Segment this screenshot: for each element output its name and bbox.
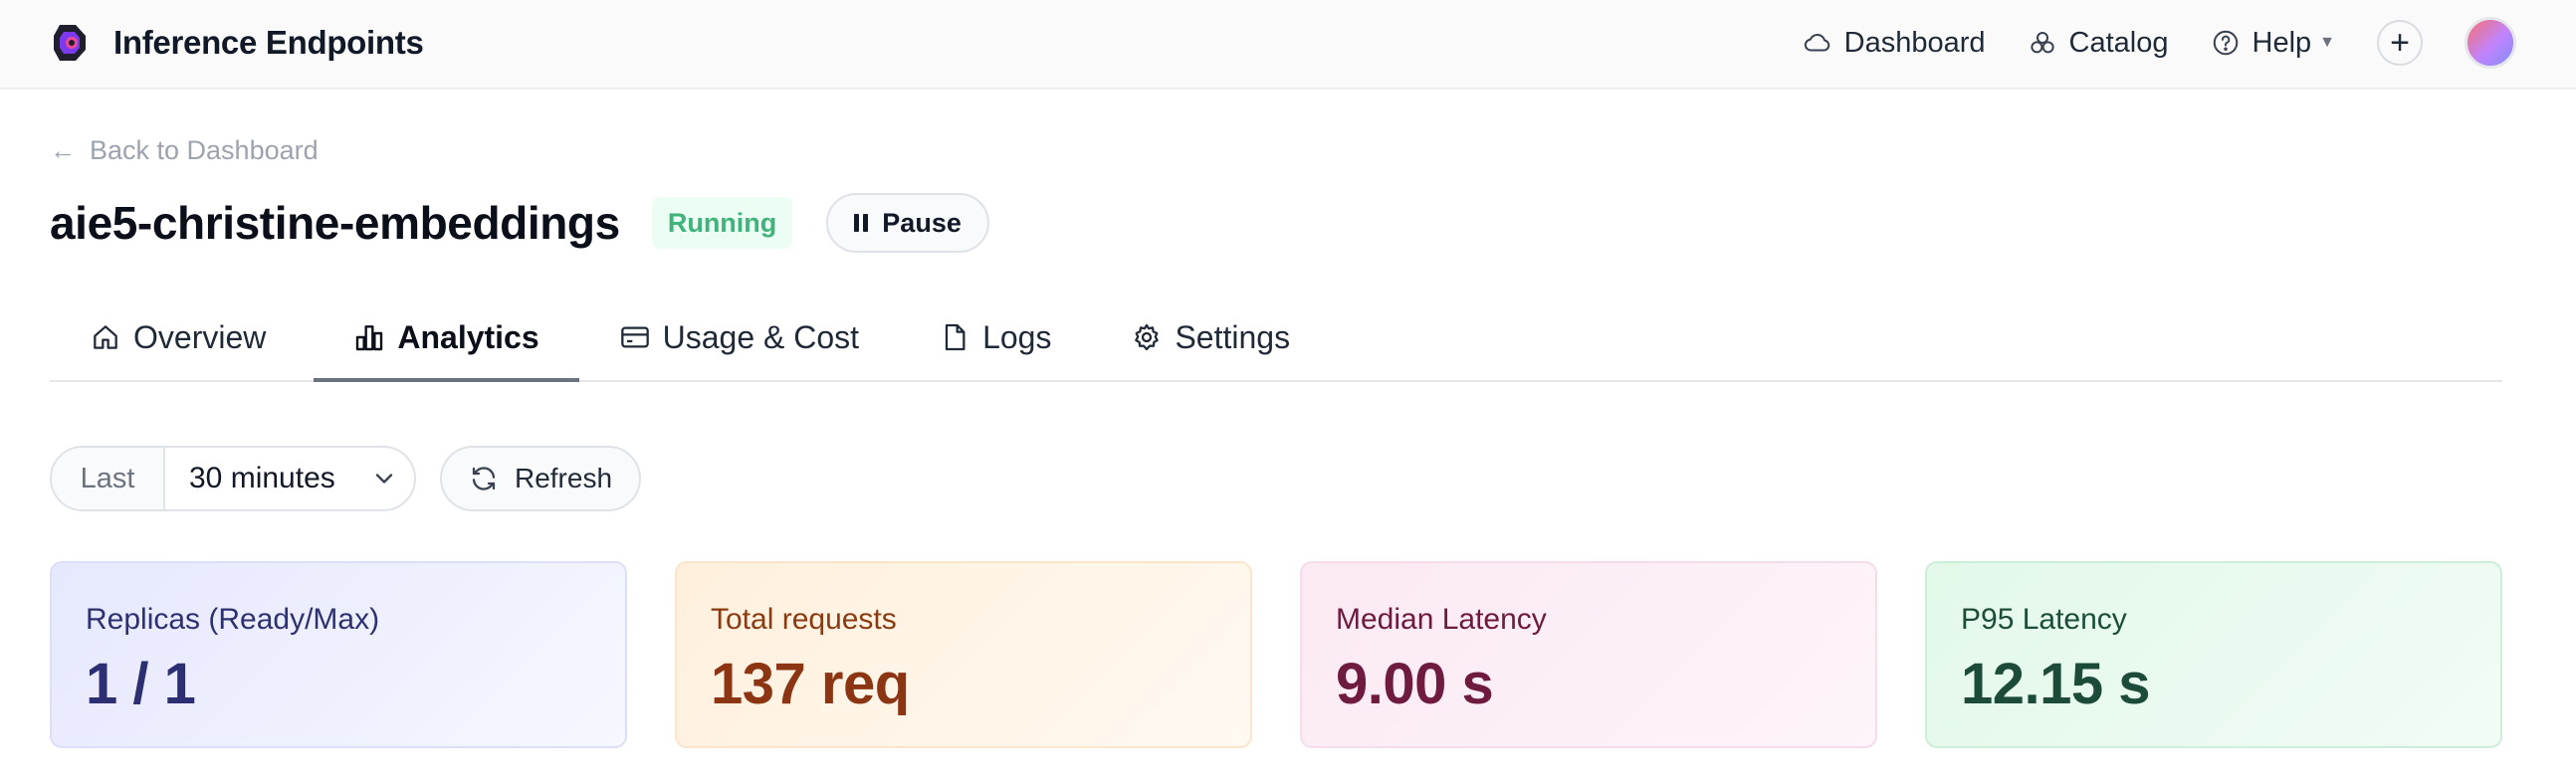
time-range-prefix: Last [52, 448, 165, 509]
metric-label: P95 Latency [1961, 603, 2127, 636]
gear-icon [1135, 323, 1160, 351]
nav-dashboard-label: Dashboard [1843, 26, 1986, 59]
bar-chart-icon [356, 325, 383, 351]
metric-label: Median Latency [1336, 603, 1547, 636]
user-avatar[interactable] [2465, 17, 2516, 69]
endpoint-header: aie5-christine-embeddings Running Pause [50, 191, 989, 255]
page-title: aie5-christine-embeddings [50, 197, 620, 249]
metric-value: 9.00 s [1336, 652, 1494, 716]
metric-card-p95-latency: P95 Latency 12.15 s [1925, 561, 2502, 748]
top-nav: Dashboard Catalog Help ▼ + [1761, 16, 2516, 70]
refresh-button-label: Refresh [514, 463, 613, 493]
new-endpoint-button[interactable]: + [2377, 20, 2423, 66]
back-to-dashboard-link[interactable]: ← Back to Dashboard [50, 135, 319, 166]
plus-icon: + [2390, 24, 2410, 62]
nav-dashboard[interactable]: Dashboard [1803, 27, 1986, 60]
tab-logs-label: Logs [982, 318, 1052, 355]
file-icon [945, 323, 966, 351]
catalog-icon [2030, 32, 2054, 54]
pause-button[interactable]: Pause [826, 193, 989, 253]
brand[interactable]: Inference Endpoints [50, 20, 424, 66]
metric-card-replicas: Replicas (Ready/Max) 1 / 1 [50, 561, 627, 748]
chevron-down-icon: ▼ [2319, 34, 2335, 51]
tab-settings[interactable]: Settings [1091, 294, 1330, 380]
metric-label: Total requests [711, 603, 897, 636]
nav-catalog-label: Catalog [2068, 26, 2169, 59]
refresh-button[interactable]: Refresh [440, 446, 641, 511]
tab-usage-cost-label: Usage & Cost [662, 318, 860, 355]
nav-help[interactable]: Help ▼ [2211, 26, 2335, 60]
nav-help-label: Help [2252, 26, 2312, 59]
cloud-icon [1804, 33, 1829, 52]
tab-logs[interactable]: Logs [899, 294, 1091, 380]
hugging-face-endpoints-logo [54, 25, 86, 61]
metric-card-total-requests: Total requests 137 req [675, 561, 1252, 748]
metric-value: 1 / 1 [86, 652, 196, 716]
metric-label: Replicas (Ready/Max) [86, 603, 380, 636]
status-badge: Running [651, 197, 793, 249]
nav-catalog[interactable]: Catalog [2028, 27, 2169, 60]
home-icon [94, 325, 117, 349]
pause-icon [854, 214, 869, 232]
time-range-value: 30 minutes [189, 462, 335, 494]
tab-settings-label: Settings [1175, 318, 1291, 355]
metric-value: 12.15 s [1961, 652, 2151, 716]
arrow-left-icon: ← [50, 135, 76, 165]
help-circle-icon [2213, 30, 2238, 56]
tab-analytics-label: Analytics [397, 318, 539, 355]
endpoint-tabs: Overview Analytics Usage & Cost Logs Set… [50, 294, 2502, 382]
metric-card-median-latency: Median Latency 9.00 s [1300, 561, 1877, 748]
pause-button-label: Pause [882, 207, 962, 238]
tab-overview-label: Overview [133, 318, 267, 355]
tab-overview[interactable]: Overview [50, 294, 306, 380]
top-navigation-bar: Inference Endpoints Dashboard Catalog He… [0, 0, 2576, 90]
tab-analytics[interactable]: Analytics [314, 294, 579, 382]
time-range-select[interactable]: Last 30 minutes [50, 446, 416, 511]
credit-card-icon [620, 326, 649, 348]
metric-value: 137 req [711, 652, 910, 716]
app-title: Inference Endpoints [113, 24, 424, 61]
tab-usage-cost[interactable]: Usage & Cost [579, 294, 899, 380]
refresh-icon [472, 467, 496, 490]
chevron-down-icon [354, 448, 414, 509]
back-link-label: Back to Dashboard [90, 135, 319, 165]
